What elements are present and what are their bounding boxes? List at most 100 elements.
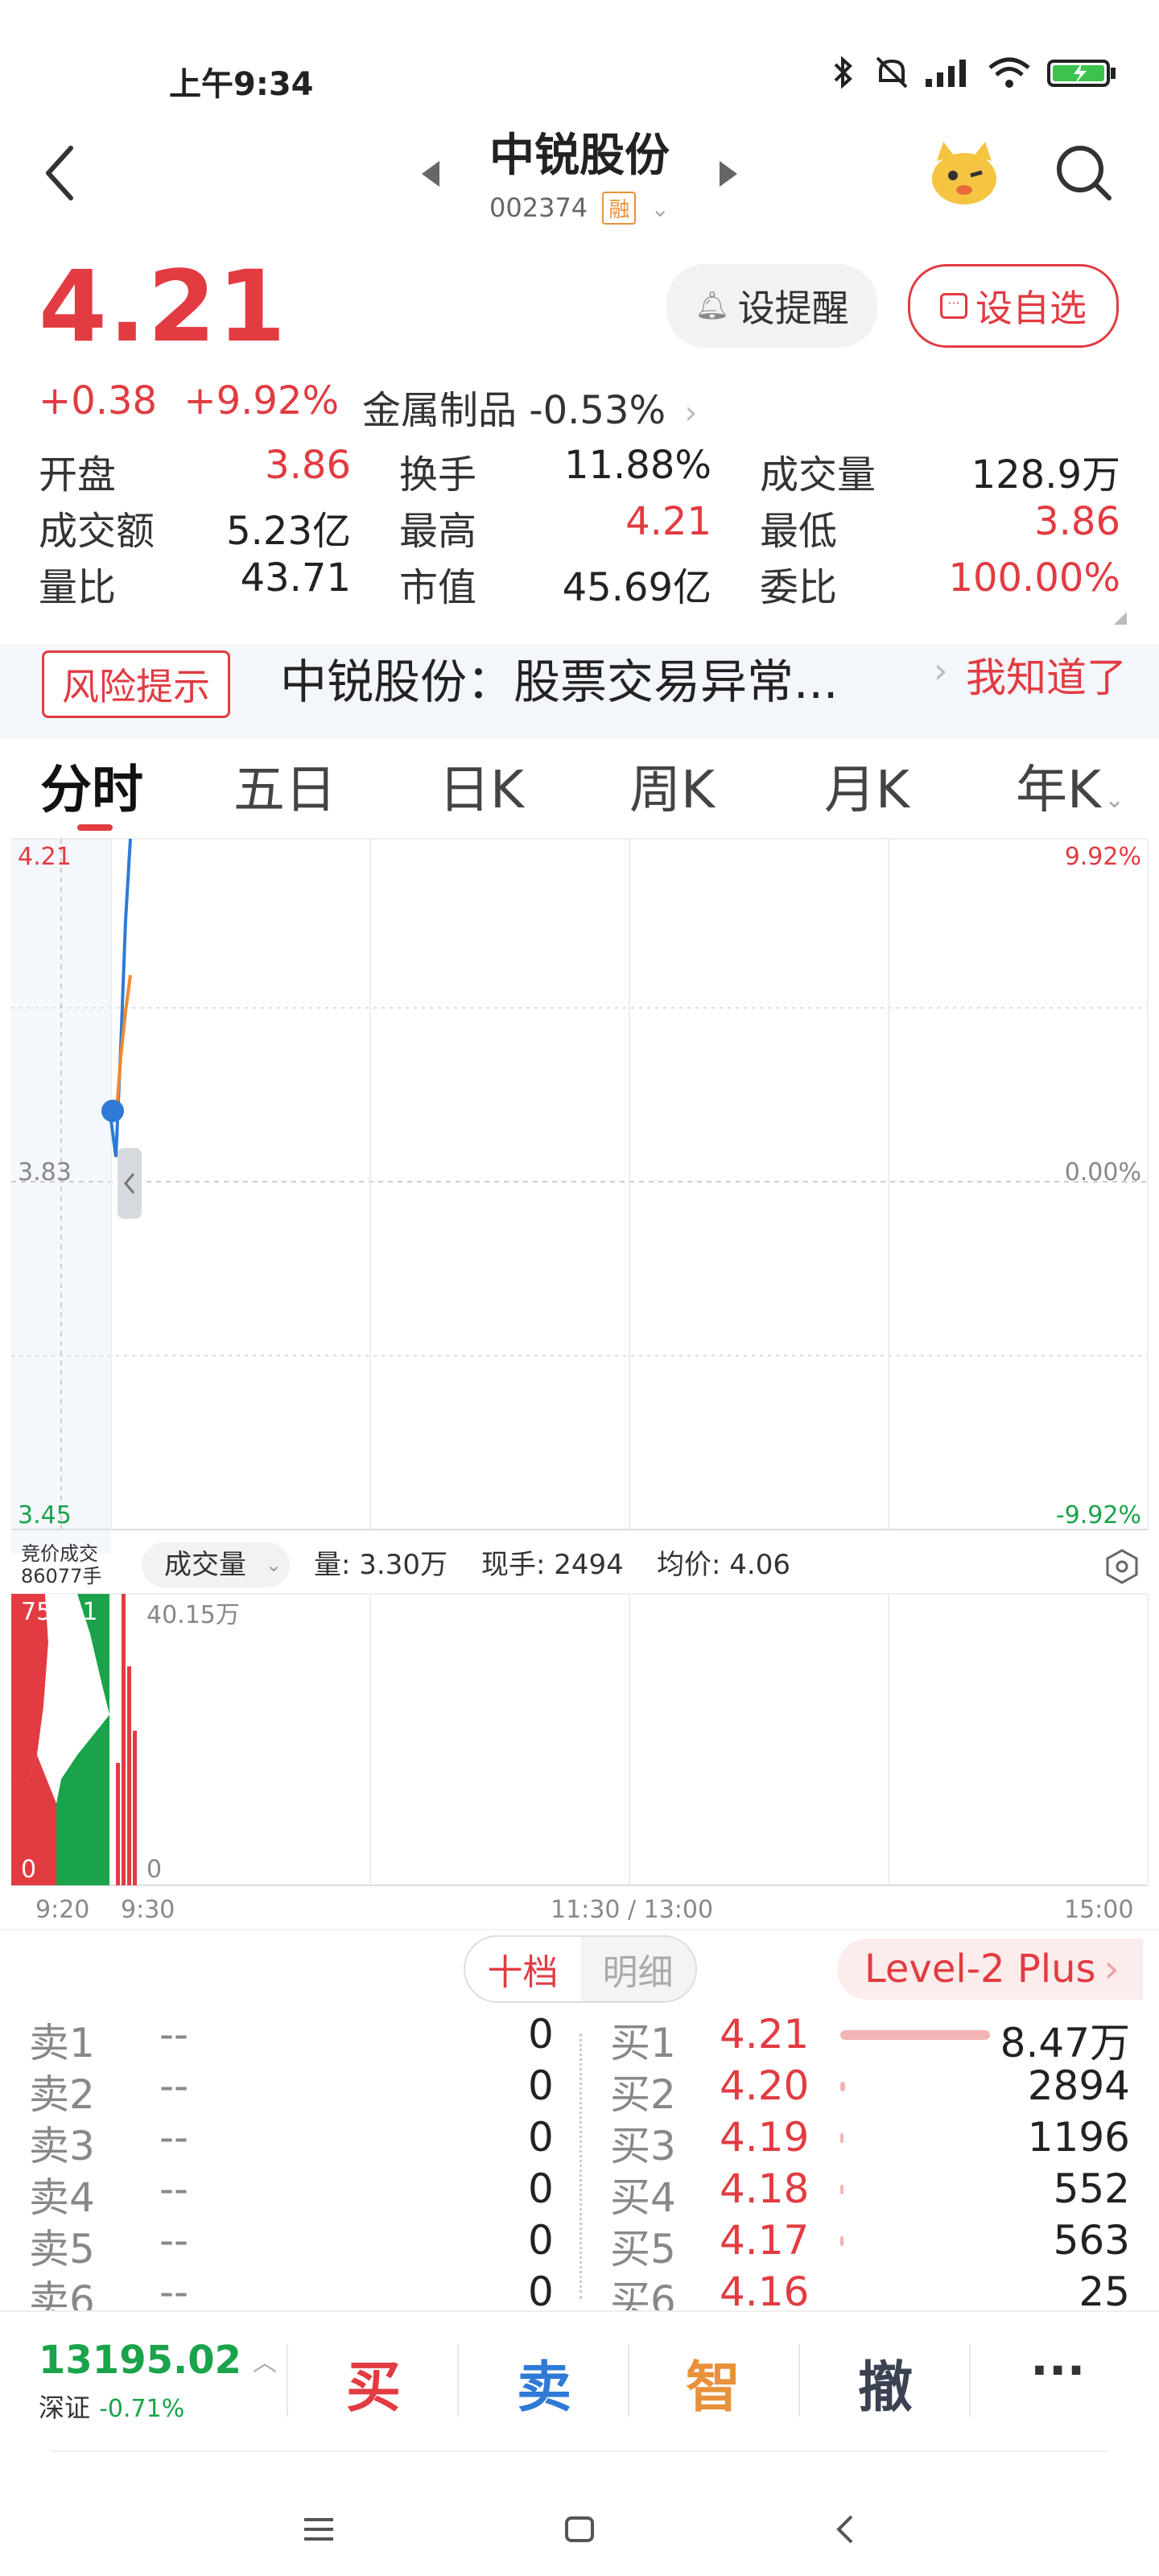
ask-price: -- (159, 2062, 189, 2109)
stock-code: 002374 (489, 192, 588, 223)
stat-value: 128.9万 (971, 452, 1120, 497)
search-icon[interactable] (1053, 142, 1114, 206)
stat-order-ratio: 委比 100.00% (760, 555, 1120, 612)
level2-plus-button[interactable]: Level-2 Plus › (837, 1938, 1143, 2000)
stat-value: 3.86 (1034, 499, 1120, 544)
add-watchlist-button[interactable]: ··· 设自选 (908, 264, 1119, 348)
index-name: 深证 (39, 2392, 91, 2423)
bid-depth-bar (840, 2082, 845, 2091)
add-watchlist-label: 设自选 (975, 287, 1087, 330)
bid-level-label: 买2 (610, 2071, 676, 2118)
tab-monthly-k[interactable]: 月K (824, 749, 909, 823)
status-icons (829, 55, 1119, 90)
risk-tag: 风险提示 (42, 650, 230, 718)
smart-order-button[interactable]: 智 (686, 2343, 740, 2422)
time-label-close: 15:00 (1064, 1896, 1133, 1924)
more-button[interactable]: ··· (1030, 2343, 1085, 2399)
divider (0, 1929, 1159, 1930)
watchlist-icon: ··· (940, 293, 967, 319)
ask-volume: 0 (528, 2268, 554, 2315)
stat-value: 11.88% (563, 443, 711, 488)
bid-price: 4.21 (720, 2011, 810, 2058)
tab-daily-k[interactable]: 日K (439, 749, 524, 823)
stat-high: 最高 4.21 (399, 499, 760, 555)
bid-level-label: 买3 (610, 2123, 676, 2169)
intraday-chart[interactable]: 4.21 3.83 3.45 9.92% 0.00% -9.92% 竞价成交 8… (0, 829, 1159, 1932)
menu-icon[interactable] (303, 2516, 335, 2542)
volume-axis-max: 40.15万 (146, 1601, 240, 1629)
ask-price: -- (159, 2165, 189, 2212)
expand-corner-icon[interactable] (1114, 612, 1127, 625)
stat-row: 开盘 3.86 换手 11.88% 成交量 128.9万 (39, 443, 1120, 499)
nav-back-icon[interactable] (834, 2513, 858, 2545)
tab-weekly-k[interactable]: 周K (629, 749, 715, 823)
price-grid (11, 838, 1149, 1530)
tab-five-day[interactable]: 五日 (233, 749, 336, 823)
ask-level-label: 卖1 (29, 2020, 95, 2066)
price-axis-low: 3.45 (18, 1501, 72, 1530)
collapse-handle[interactable] (118, 1148, 142, 1219)
stat-label: 换手 (399, 452, 477, 497)
ask-price: -- (159, 2114, 189, 2161)
chevron-right-icon: › (934, 650, 948, 691)
chevron-down-icon: ⌄ (266, 1554, 282, 1576)
buy-button[interactable]: 买 (346, 2343, 401, 2422)
stat-amount: 成交额 5.23亿 (39, 499, 399, 555)
status-bar: 上午9:34 (0, 0, 1159, 129)
risk-text[interactable]: 中锐股份：股票交易异常... (280, 644, 838, 712)
tab-yearly-k[interactable]: 年K ⌄ (1016, 749, 1124, 823)
volume-grid (11, 1593, 1149, 1886)
cancel-order-button[interactable]: 撤 (858, 2343, 913, 2422)
risk-dismiss-button[interactable]: 我知道了 (966, 646, 1127, 704)
sector-link[interactable]: 金属制品 -0.53% › (362, 378, 697, 435)
home-icon[interactable] (563, 2515, 596, 2544)
bid-level-label: 买4 (610, 2174, 676, 2221)
volume-bars (116, 1594, 137, 1885)
sell-button[interactable]: 卖 (517, 2343, 571, 2422)
bid-volume: 25 (1079, 2268, 1130, 2315)
bid-depth-bar (840, 2236, 843, 2246)
stat-turnover: 换手 11.88% (399, 443, 760, 499)
divider (457, 2344, 459, 2417)
current-hand: 现手: 2494 (481, 1549, 624, 1581)
index-value: 13195.02 (39, 2338, 242, 2383)
tab-ten-levels[interactable]: 十档 (465, 1937, 580, 2001)
status-time: 上午9:34 (169, 66, 314, 103)
settings-gear-icon[interactable] (1106, 1549, 1138, 1584)
mascot-icon[interactable] (926, 137, 1003, 213)
mute-icon (876, 56, 908, 89)
index-ticker[interactable]: 13195.02 ︿ 深证 -0.71% (39, 2338, 277, 2425)
ask-volume: 0 (528, 2114, 554, 2161)
set-alert-button[interactable]: 🔔︎ 设提醒 (666, 264, 877, 348)
volume-bar (122, 1594, 126, 1885)
tab-trade-detail[interactable]: 明细 (580, 1937, 695, 2001)
bid-volume: 1196 (1027, 2114, 1130, 2161)
stat-label: 开盘 (39, 452, 117, 497)
wifi-icon (988, 57, 1030, 88)
set-alert-label: 设提醒 (737, 287, 849, 330)
hd-signal-icon (926, 60, 966, 87)
auction-volume: 86077手 (21, 1565, 101, 1587)
chevron-down-icon[interactable]: ⌄ (651, 196, 670, 222)
divider (969, 2344, 971, 2417)
ask-volume: 0 (528, 2062, 554, 2109)
stat-volume-ratio: 量比 43.71 (39, 555, 399, 612)
ask-price: -- (159, 2268, 189, 2315)
auction-volume-zero: 0 (21, 1856, 36, 1884)
tab-intraday[interactable]: 分时 (40, 749, 143, 823)
volume-axis-zero: 0 (146, 1856, 162, 1884)
ask-price: -- (159, 2011, 189, 2058)
stat-label: 最高 (399, 509, 477, 554)
bid-price: 4.18 (720, 2165, 810, 2212)
volume-bar (133, 1731, 137, 1885)
volume-bar (127, 1666, 131, 1885)
stat-label: 成交量 (760, 452, 876, 497)
quote-stats: 开盘 3.86 换手 11.88% 成交量 128.9万 成交额 5.23亿 最高 4.21 最低 3… (39, 443, 1120, 612)
bell-icon: 🔔︎ (695, 290, 730, 322)
ask-level-label: 卖3 (29, 2123, 95, 2169)
stat-volume: 成交量 128.9万 (760, 443, 1120, 499)
volume-selector-label: 成交量 (164, 1549, 246, 1581)
orderbook-row: 卖1 -- 0 买1 4.21 8.47万 (0, 2011, 1159, 2066)
chevron-up-icon: ︿ (253, 2349, 278, 2377)
event-marker-icon[interactable] (101, 1100, 124, 1122)
